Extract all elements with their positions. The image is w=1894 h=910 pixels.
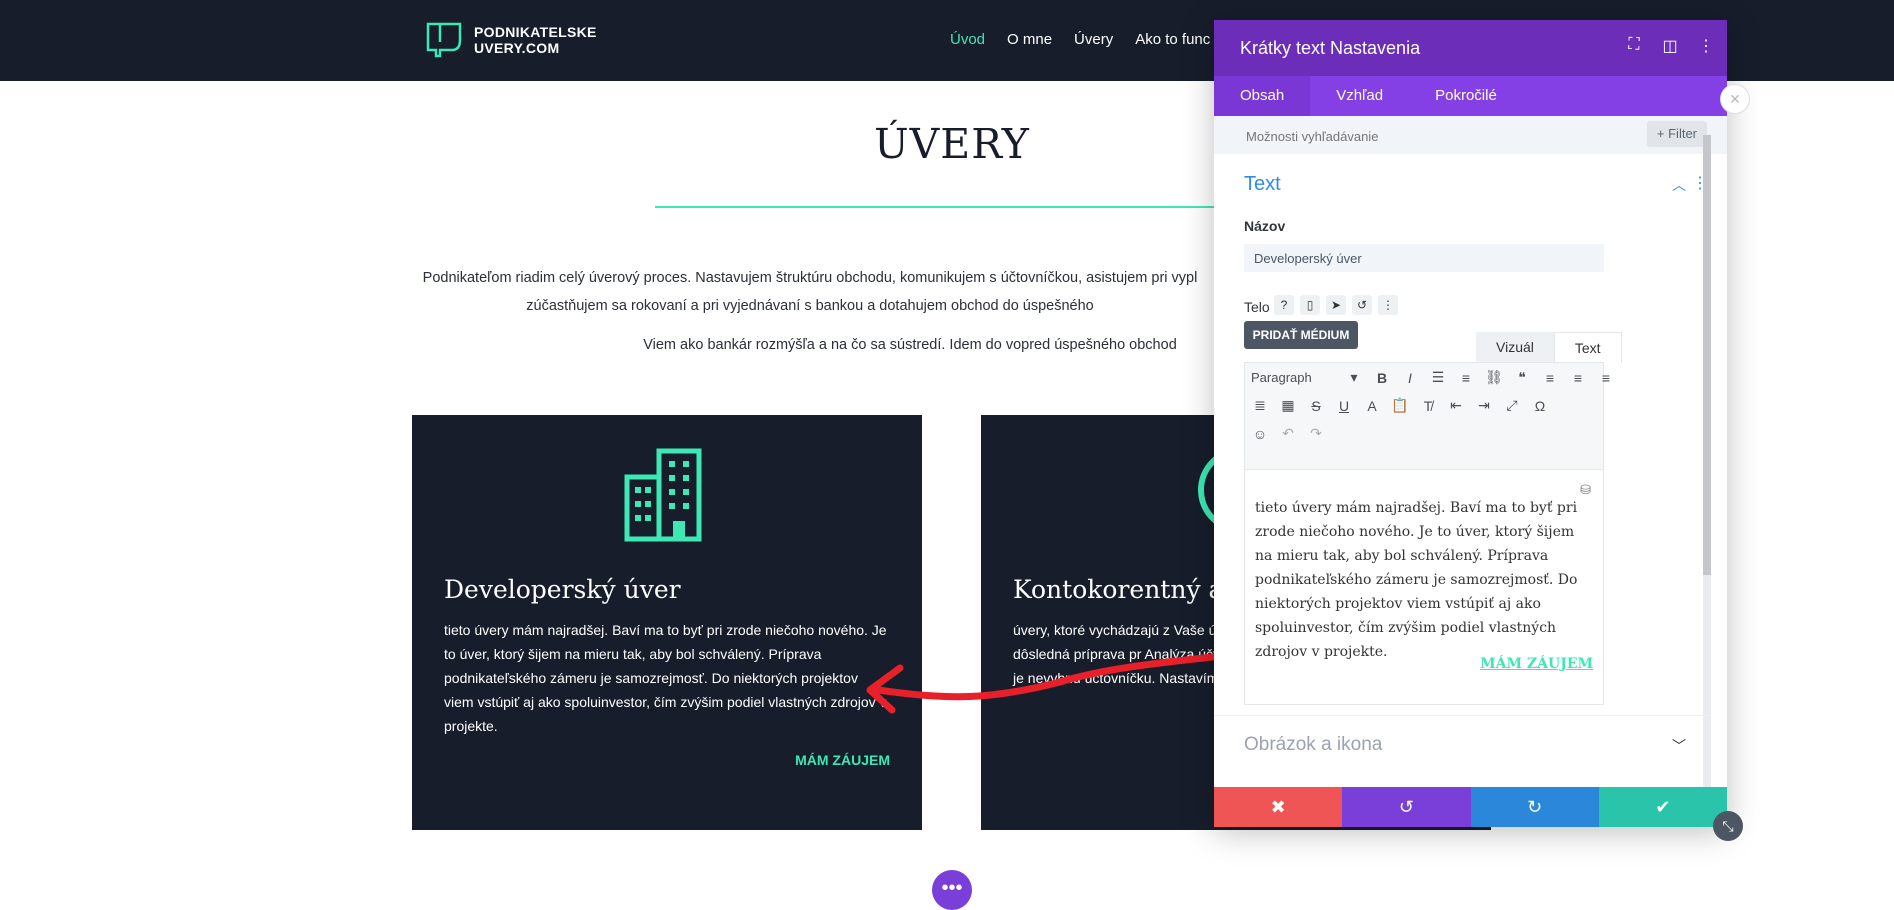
tab-text[interactable]: Text bbox=[1553, 332, 1622, 363]
save-button[interactable]: ✔ bbox=[1598, 787, 1727, 827]
editor-body-text[interactable]: tieto úvery mám najradšej. Baví ma to by… bbox=[1255, 496, 1595, 664]
justify-icon[interactable]: ≣ bbox=[1251, 397, 1269, 414]
panel-title: Krátky text Nastavenia bbox=[1240, 38, 1421, 58]
building-icon bbox=[624, 448, 702, 542]
section2-title[interactable]: Obrázok a ikona bbox=[1244, 734, 1382, 756]
section-more-icon[interactable]: ⋮ bbox=[1692, 173, 1708, 193]
chevron-up-icon[interactable]: ︿ bbox=[1672, 175, 1686, 195]
reset-icon[interactable]: ↺ bbox=[1352, 295, 1372, 315]
card-title: Kontokorentný a bbox=[1013, 575, 1224, 604]
tab-vzhlad[interactable]: Vzhľad bbox=[1310, 76, 1409, 116]
options-search-input[interactable] bbox=[1244, 124, 1598, 148]
panel-header: Krátky text Nastavenia ⛶ ◫ ⋮ bbox=[1214, 20, 1727, 76]
pointer-icon[interactable]: ➤ bbox=[1326, 295, 1346, 315]
omega-icon[interactable]: Ω bbox=[1531, 398, 1549, 414]
nav-item-uvery[interactable]: Úvery bbox=[1074, 31, 1113, 48]
nav-item-ako-to-funguje[interactable]: Ako to func bbox=[1135, 31, 1210, 48]
more-vertical-icon[interactable]: ⋮ bbox=[1378, 295, 1398, 315]
bold-icon[interactable]: B bbox=[1373, 370, 1391, 386]
indent-icon[interactable]: ⇥ bbox=[1475, 397, 1493, 414]
editor-link[interactable]: MÁM ZÁUJEM bbox=[1480, 656, 1593, 672]
table-icon[interactable]: ▦ bbox=[1279, 397, 1297, 414]
align-left-icon[interactable]: ≡ bbox=[1541, 370, 1559, 386]
site-logo[interactable]: PODNIKATELSKE UVERY.COM bbox=[424, 20, 597, 60]
logo-line1: PODNIKATELSKE bbox=[474, 24, 597, 40]
outdent-icon[interactable]: ⇤ bbox=[1447, 397, 1465, 414]
name-field-label: Názov bbox=[1244, 218, 1286, 234]
nav-item-o-mne[interactable]: O mne bbox=[1007, 31, 1052, 48]
nav-item-uvod[interactable]: Úvod bbox=[950, 31, 985, 48]
mobile-icon[interactable]: ▯ bbox=[1300, 295, 1320, 315]
help-icon[interactable]: ? bbox=[1274, 295, 1294, 315]
align-center-icon[interactable]: ≡ bbox=[1569, 370, 1587, 386]
main-nav: Úvod O mne Úvery Ako to func bbox=[950, 31, 1210, 48]
numbered-list-icon[interactable]: ≡ bbox=[1457, 370, 1475, 386]
strikethrough-icon[interactable]: S bbox=[1307, 398, 1325, 414]
tab-visual[interactable]: Vizuál bbox=[1476, 332, 1554, 363]
chevron-down-icon[interactable]: ▾ bbox=[1345, 369, 1363, 386]
redo-button[interactable]: ↻ bbox=[1470, 787, 1599, 827]
paste-icon[interactable]: 📋 bbox=[1391, 397, 1409, 414]
fullscreen-icon[interactable]: ⤢ bbox=[1503, 397, 1521, 414]
settings-panel: Krátky text Nastavenia ⛶ ◫ ⋮ Obsah Vzhľa… bbox=[1214, 20, 1727, 827]
card-body: tieto úvery mám najradšej. Baví ma to by… bbox=[444, 622, 887, 734]
discard-button[interactable]: ✖ bbox=[1214, 787, 1343, 827]
tab-pokrocile[interactable]: Pokročilé bbox=[1409, 76, 1523, 116]
panel-tabs: Obsah Vzhľad Pokročilé bbox=[1214, 76, 1727, 116]
card-title: Developerský úver bbox=[444, 575, 681, 604]
filter-button[interactable]: + Filter bbox=[1646, 121, 1707, 147]
name-field[interactable] bbox=[1244, 244, 1604, 272]
page-title: ÚVERY bbox=[874, 120, 1030, 168]
bullet-list-icon[interactable]: ☰ bbox=[1429, 369, 1447, 386]
link-icon[interactable]: ⛓ bbox=[1485, 369, 1503, 386]
section-image-icon[interactable]: Obrázok a ikona ﹀ bbox=[1214, 715, 1711, 776]
logo-icon bbox=[426, 22, 462, 58]
more-options-fab[interactable]: ••• bbox=[932, 870, 972, 910]
intro-text-2: Viem ako bankár rozmýšľa a na čo sa súst… bbox=[643, 337, 1177, 353]
split-view-icon[interactable]: ◫ bbox=[1659, 36, 1681, 56]
align-right-icon[interactable]: ≡ bbox=[1597, 370, 1615, 386]
add-media-button[interactable]: PRIDAŤ MÉDIUM bbox=[1244, 321, 1358, 349]
scrollbar-thumb[interactable] bbox=[1703, 135, 1711, 575]
undo-button[interactable]: ↺ bbox=[1342, 787, 1471, 827]
section-title-text[interactable]: Text bbox=[1244, 173, 1281, 196]
editor-toolbar: Paragraph ▾ B I ☰ ≡ ⛓ ❝ ≡ ≡ ≡ ≣ ▦ S U A … bbox=[1244, 362, 1610, 470]
emoji-icon[interactable]: ☺ bbox=[1251, 426, 1269, 442]
more-vertical-icon[interactable]: ⋮ bbox=[1695, 36, 1717, 56]
resize-handle-icon[interactable]: ⤡ bbox=[1713, 811, 1743, 841]
logo-line2: UVERY.COM bbox=[474, 40, 560, 56]
undo-icon[interactable]: ↶ bbox=[1279, 425, 1297, 442]
panel-footer: ✖ ↺ ↻ ✔ bbox=[1214, 787, 1727, 827]
close-icon[interactable]: ✕ bbox=[1720, 84, 1750, 114]
intro-text: Podnikateľom riadim celý úverový proces.… bbox=[400, 264, 1220, 320]
options-search-row: + Filter bbox=[1214, 116, 1727, 154]
intro-line1: Podnikateľom riadim celý úverový proces.… bbox=[422, 270, 1198, 286]
chevron-down-icon[interactable]: ﹀ bbox=[1672, 736, 1686, 756]
body-field-label: Telo bbox=[1244, 299, 1270, 315]
clear-format-icon[interactable]: T̸ bbox=[1419, 398, 1437, 414]
redo-icon[interactable]: ↷ bbox=[1307, 425, 1325, 442]
quote-icon[interactable]: ❝ bbox=[1513, 369, 1531, 386]
underline-icon[interactable]: U bbox=[1335, 398, 1353, 414]
card-developersky-uver[interactable]: Developerský úver tieto úvery mám najrad… bbox=[412, 415, 922, 830]
card-cta-link[interactable]: MÁM ZÁUJEM bbox=[795, 752, 890, 768]
fullscreen-icon[interactable]: ⛶ bbox=[1623, 36, 1645, 56]
title-divider bbox=[655, 206, 1215, 208]
italic-icon[interactable]: I bbox=[1401, 370, 1419, 386]
paragraph-select[interactable]: Paragraph bbox=[1251, 370, 1335, 385]
text-editor-area[interactable]: ⛁ tieto úvery mám najradšej. Baví ma to … bbox=[1244, 470, 1604, 705]
tab-obsah[interactable]: Obsah bbox=[1214, 76, 1311, 116]
text-color-icon[interactable]: A bbox=[1363, 398, 1381, 414]
panel-scrollbar[interactable] bbox=[1703, 135, 1711, 798]
intro-line2: zúčastňujem sa rokovaní a pri vyjednávan… bbox=[526, 298, 1094, 314]
